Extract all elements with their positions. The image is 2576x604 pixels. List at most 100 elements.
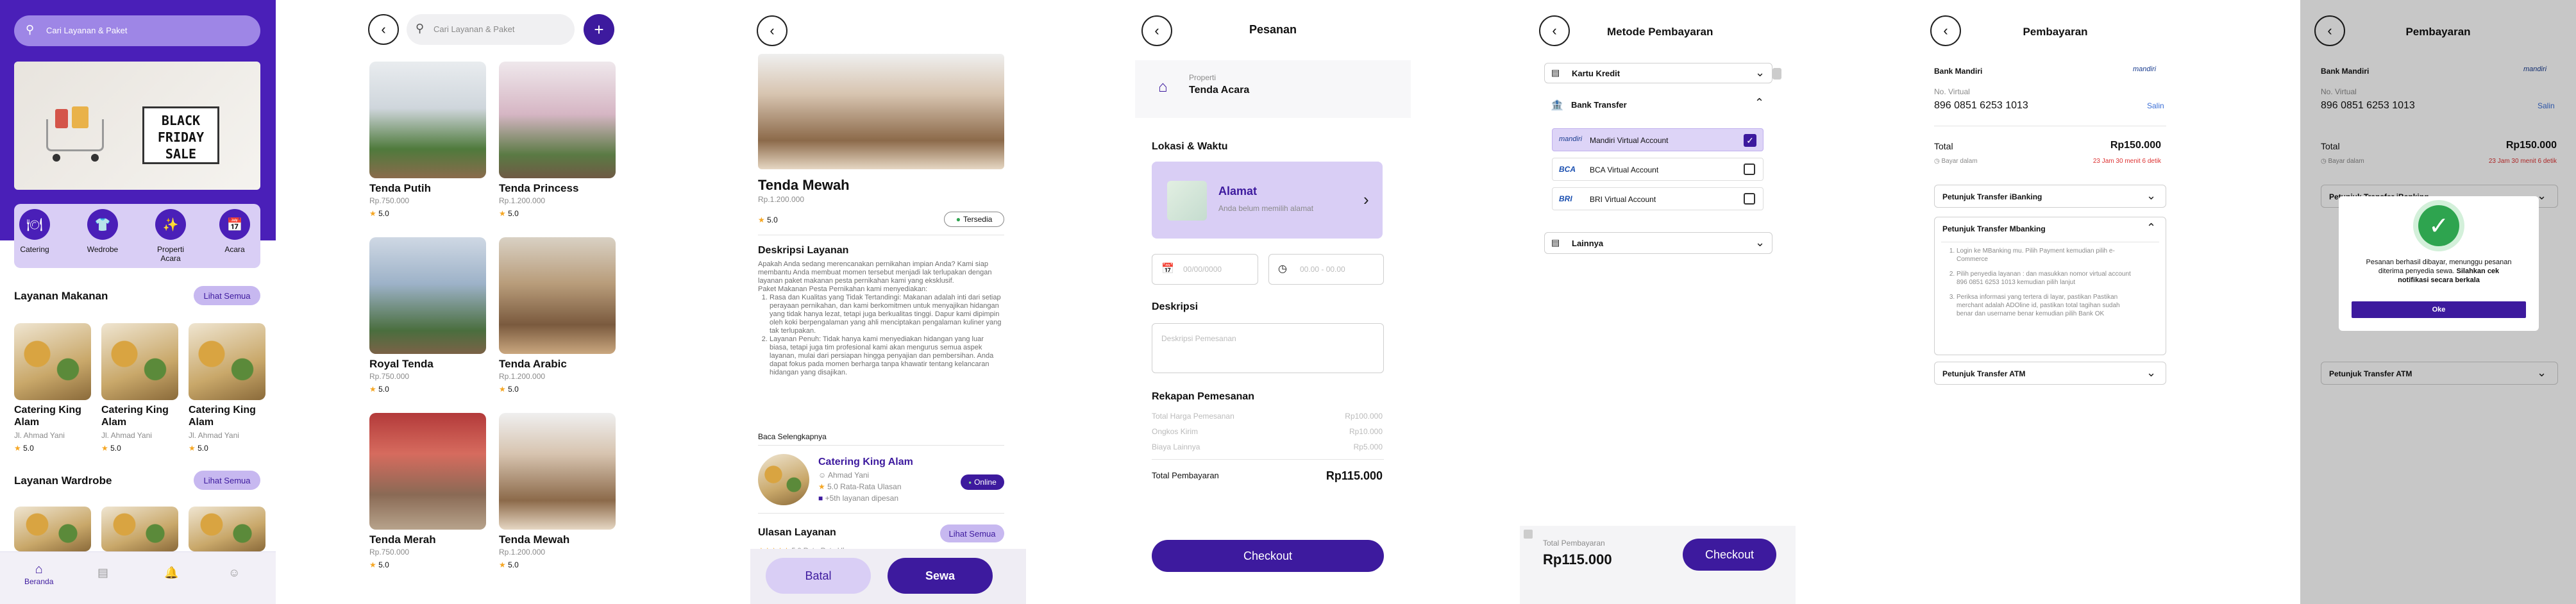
summary-title: Rekapan Pemesanan	[1152, 391, 1255, 402]
category-wardrobe[interactable]: 👕 Wedrobe	[87, 209, 118, 254]
summary-value: Rp5.000	[1353, 442, 1383, 451]
category-label: Acara	[224, 245, 245, 254]
tent-image[interactable]	[369, 237, 486, 354]
tent-image[interactable]	[499, 237, 616, 354]
promo-banner[interactable]: BLACK FRIDAY SALE	[14, 62, 260, 190]
guide-mbanking[interactable]: Petunjuk Transfer Mbanking ⌃ Login ke MB…	[1934, 217, 2166, 355]
summary-value: Rp100.000	[1345, 412, 1383, 421]
payment-option-mandiri[interactable]: mandiri Mandiri Virtual Account ✓	[1552, 128, 1764, 151]
screen-payment-method: ‹ Metode Pembayaran ▤ Kartu Kredit ⌄ 🏦 B…	[1520, 0, 1796, 604]
rent-button[interactable]: Sewa	[888, 558, 993, 594]
total-label: Total Pembayaran	[1152, 471, 1219, 480]
wardrobe-image[interactable]	[101, 507, 178, 551]
cancel-button[interactable]: Batal	[766, 558, 871, 594]
time-input[interactable]: ◷ 00.00 - 00.00	[1268, 254, 1384, 285]
card-icon: ▤	[1551, 237, 1560, 247]
page-title: Pesanan	[1249, 23, 1297, 36]
food-name[interactable]: Catering King Alam	[189, 404, 267, 428]
tent-name[interactable]: Tenda Princess	[499, 182, 578, 195]
back-button[interactable]: ‹	[757, 15, 787, 46]
category-label: Catering	[20, 245, 49, 254]
category-property[interactable]: ✨ Properti Acara	[155, 209, 186, 263]
tent-name[interactable]: Tenda Merah	[369, 533, 436, 546]
scrollbar[interactable]	[1772, 68, 1781, 80]
tent-image[interactable]	[369, 413, 486, 530]
food-image[interactable]	[189, 323, 265, 400]
banner-line1: BLACK	[161, 113, 201, 128]
tent-name[interactable]: Tenda Mewah	[499, 533, 569, 546]
food-image[interactable]	[101, 323, 178, 400]
tent-name[interactable]: Royal Tenda	[369, 358, 434, 371]
food-name[interactable]: Catering King Alam	[14, 404, 92, 428]
home-icon: ⌂	[1158, 78, 1168, 96]
description-input[interactable]: Deskripsi Pemesanan	[1152, 323, 1384, 373]
tent-image[interactable]	[369, 62, 486, 178]
guide-atm[interactable]: Petunjuk Transfer ATM ⌄	[1934, 362, 2166, 385]
tent-price: Rp.1.200.000	[499, 372, 546, 381]
date-input[interactable]: 📅 00/00/0000	[1152, 254, 1258, 285]
other-option[interactable]: ▤ Lainnya ⌄	[1544, 232, 1772, 254]
tent-rating: ★ 5.0	[499, 209, 519, 218]
wardrobe-image[interactable]	[189, 507, 265, 551]
address-title: Alamat	[1218, 185, 1258, 197]
category-catering[interactable]: 🍽 Catering	[19, 209, 50, 254]
category-event[interactable]: 📅 Acara	[219, 209, 250, 254]
checkbox-checked[interactable]: ✓	[1744, 134, 1756, 147]
success-modal: ✓ Pesanan berhasil dibayar, menunggu pes…	[2339, 196, 2539, 331]
read-more-link[interactable]: Baca Selengkapnya	[758, 432, 827, 441]
food-name[interactable]: Catering King Alam	[101, 404, 180, 428]
guide-ibanking[interactable]: Petunjuk Transfer iBanking ⌄	[1934, 185, 2166, 208]
vendor-avatar[interactable]	[758, 454, 809, 505]
summary-value: Rp10.000	[1349, 427, 1383, 436]
bank-transfer-label[interactable]: Bank Transfer	[1571, 100, 1627, 110]
tent-image[interactable]	[499, 413, 616, 530]
total-value: Rp150.000	[2110, 140, 2161, 151]
payment-option-bri[interactable]: BRI BRI Virtual Account	[1552, 187, 1764, 210]
ok-button[interactable]: Oke	[2352, 301, 2526, 318]
tent-name[interactable]: Tenda Putih	[369, 182, 431, 195]
property-icon: ✨	[155, 209, 186, 240]
credit-card-label: Kartu Kredit	[1572, 69, 1621, 78]
orders-icon[interactable]: ▤	[97, 566, 108, 580]
back-button[interactable]: ‹	[1539, 15, 1570, 46]
notification-icon[interactable]: 🔔	[164, 566, 178, 580]
back-button[interactable]: ‹	[368, 14, 399, 45]
option-label: Mandiri Virtual Account	[1590, 136, 1669, 145]
bri-logo: BRI	[1559, 194, 1572, 203]
map-icon	[1167, 181, 1207, 221]
checkout-bar: Total Pembayaran Rp115.000 Checkout	[1520, 526, 1796, 604]
checkbox[interactable]	[1744, 164, 1755, 175]
category-label: Properti Acara	[156, 245, 185, 263]
checkbox[interactable]	[1744, 193, 1755, 205]
tent-name[interactable]: Tenda Arabic	[499, 358, 567, 371]
scrollbar[interactable]	[1524, 530, 1533, 539]
copy-button[interactable]: Salin	[2147, 101, 2164, 110]
see-all-reviews-button[interactable]: Lihat Semua	[940, 524, 1004, 542]
star-icon: ★	[189, 444, 196, 453]
reviews-title: Ulasan Layanan	[758, 527, 836, 538]
checkout-button[interactable]: Checkout	[1152, 540, 1384, 572]
wardrobe-image[interactable]	[14, 507, 91, 551]
add-button[interactable]: +	[584, 14, 614, 45]
tent-rating: ★ 5.0	[369, 560, 389, 569]
star-icon: ★	[499, 560, 506, 569]
food-image[interactable]	[14, 323, 91, 400]
other-label: Lainnya	[1572, 239, 1604, 248]
chevron-down-icon: ⌄	[2146, 189, 2157, 202]
payment-option-bca[interactable]: BCA BCA Virtual Account	[1552, 158, 1764, 181]
search-bar[interactable]: ⚲ Cari Layanan & Paket	[14, 15, 260, 46]
nav-home[interactable]: ⌂ Beranda	[24, 562, 53, 586]
profile-icon[interactable]: ☺	[228, 566, 240, 580]
page-title: Metode Pembayaran	[1607, 26, 1713, 38]
see-all-wardrobe-button[interactable]: Lihat Semua	[194, 471, 260, 490]
credit-card-option[interactable]: ▤ Kartu Kredit ⌄	[1544, 63, 1772, 83]
tent-image[interactable]	[499, 62, 616, 178]
section-wardrobe-title: Layanan Wardrobe	[14, 474, 112, 487]
vendor-name[interactable]: Catering King Alam	[818, 457, 913, 468]
address-card[interactable]: Alamat Anda belum memilih alamat ›	[1152, 162, 1383, 239]
see-all-food-button[interactable]: Lihat Semua	[194, 286, 260, 305]
checkout-button[interactable]: Checkout	[1683, 539, 1776, 571]
screen-detail: ‹ Tenda Mewah Rp.1.200.000 ★ 5.0 ● Tersed…	[750, 0, 1026, 604]
search-bar[interactable]: ⚲ Cari Layanan & Paket	[407, 14, 575, 45]
chevron-up-icon[interactable]: ⌃	[1755, 96, 1764, 110]
